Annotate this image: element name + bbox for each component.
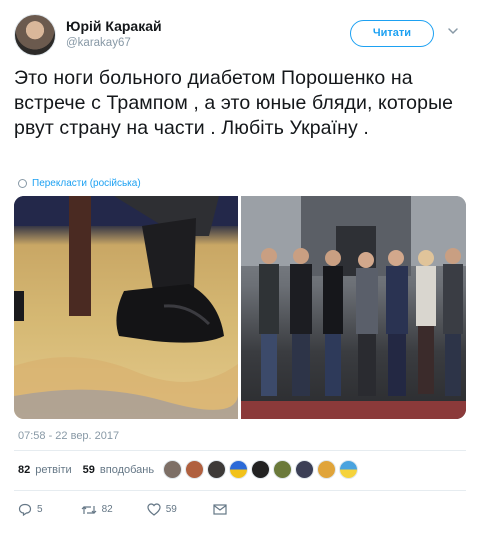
heart-icon <box>147 503 161 516</box>
retweet-count: 82 <box>101 504 113 515</box>
like-count: 59 <box>165 504 177 515</box>
avatar[interactable] <box>273 460 292 479</box>
avatar[interactable] <box>317 460 336 479</box>
divider <box>14 450 466 451</box>
like-button[interactable]: 59 <box>147 503 177 516</box>
liker-avatars <box>163 460 358 479</box>
translate-link[interactable]: Перекласти (російська) <box>18 178 141 189</box>
tweet-media <box>14 196 466 419</box>
tweet-text: Это ноги больного диабетом Порошенко на … <box>14 67 454 139</box>
likes-label[interactable]: вподобань <box>100 464 154 476</box>
retweets-count[interactable]: 82 <box>18 464 30 476</box>
likes-count[interactable]: 59 <box>83 464 95 476</box>
globe-icon <box>18 179 27 188</box>
reply-button[interactable]: 5 <box>18 503 43 516</box>
envelope-icon <box>213 504 227 515</box>
user-names: Юрій Каракай @karakay67 <box>66 17 162 51</box>
avatar[interactable] <box>207 460 226 479</box>
reply-count: 5 <box>37 504 43 515</box>
chevron-down-icon[interactable] <box>446 24 460 38</box>
photo-group[interactable] <box>241 196 466 419</box>
retweet-icon <box>81 505 96 514</box>
tweet-actions: 5 82 59 <box>18 503 253 516</box>
engagement-stats: 82 ретвіти 59 вподобань <box>18 464 154 476</box>
avatar[interactable] <box>14 14 56 56</box>
tweet-timestamp[interactable]: 07:58 - 22 вер. 2017 <box>18 430 119 442</box>
user-handle[interactable]: @karakay67 <box>66 35 162 51</box>
avatar[interactable] <box>229 460 248 479</box>
avatar[interactable] <box>295 460 314 479</box>
avatar[interactable] <box>339 460 358 479</box>
display-name[interactable]: Юрій Каракай <box>66 17 162 35</box>
avatar[interactable] <box>185 460 204 479</box>
message-button[interactable] <box>213 504 227 515</box>
follow-button[interactable]: Читати <box>350 20 434 47</box>
photo-shoe[interactable] <box>14 196 238 419</box>
translate-label: Перекласти (російська) <box>32 178 141 189</box>
reply-icon <box>18 503 32 516</box>
retweet-button[interactable]: 82 <box>81 504 113 516</box>
avatar[interactable] <box>163 460 182 479</box>
tweet-header: Юрій Каракай @karakay67 Читати <box>14 14 466 58</box>
retweets-label[interactable]: ретвіти <box>35 464 71 476</box>
divider <box>14 490 466 491</box>
avatar[interactable] <box>251 460 270 479</box>
